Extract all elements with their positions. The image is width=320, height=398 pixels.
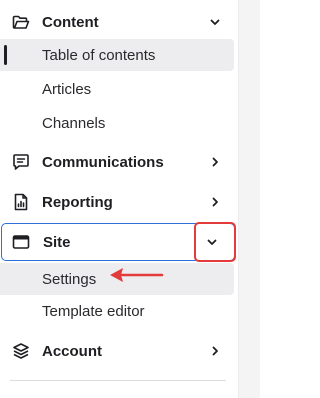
browser-window-icon xyxy=(12,233,30,251)
chevron-right-icon[interactable] xyxy=(208,155,222,169)
nav-item-template-editor[interactable]: Template editor xyxy=(0,295,234,327)
nav-section-label: Site xyxy=(43,233,71,251)
nav-item-label: Template editor xyxy=(42,302,145,320)
nav-section-content[interactable]: Content xyxy=(0,2,236,42)
nav-item-channels[interactable]: Channels xyxy=(0,107,234,139)
nav-section-label: Account xyxy=(42,342,102,360)
folder-open-icon xyxy=(12,13,30,31)
nav-section-account[interactable]: Account xyxy=(0,331,236,371)
chevron-right-icon[interactable] xyxy=(208,195,222,209)
nav-section-label: Content xyxy=(42,13,99,31)
divider xyxy=(10,380,226,381)
nav-item-label: Channels xyxy=(42,114,106,132)
nav-section-label: Reporting xyxy=(42,193,113,211)
nav-section-communications[interactable]: Communications xyxy=(0,142,236,182)
sidebar-nav: Content Table of contents Articles Chann… xyxy=(0,0,238,398)
active-indicator xyxy=(4,45,7,65)
nav-item-label: Articles xyxy=(42,80,92,98)
scrollbar-track[interactable] xyxy=(238,0,260,398)
layers-icon xyxy=(12,342,30,360)
nav-item-table-of-contents[interactable]: Table of contents xyxy=(0,39,234,71)
report-document-icon xyxy=(12,193,30,211)
chevron-right-icon[interactable] xyxy=(208,344,222,358)
annotation-highlight-box xyxy=(194,222,236,262)
annotation-arrow-icon xyxy=(110,268,164,282)
chevron-down-icon[interactable] xyxy=(208,15,222,29)
chat-icon xyxy=(12,153,30,171)
nav-item-label: Table of contents xyxy=(42,46,156,64)
nav-section-label: Communications xyxy=(42,153,164,171)
nav-item-articles[interactable]: Articles xyxy=(0,73,234,105)
nav-item-label: Settings xyxy=(42,270,97,288)
nav-section-reporting[interactable]: Reporting xyxy=(0,182,236,222)
